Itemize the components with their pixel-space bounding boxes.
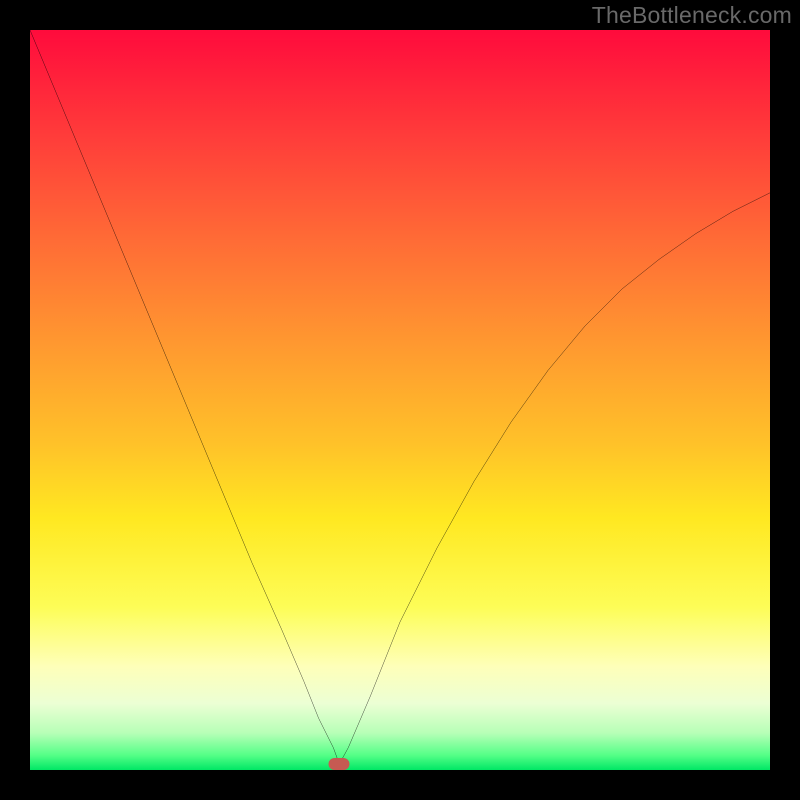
watermark-text: TheBottleneck.com: [592, 2, 792, 29]
bottleneck-curve: [30, 30, 770, 770]
chart-frame: TheBottleneck.com: [0, 0, 800, 800]
plot-area: [30, 30, 770, 770]
min-point-marker: [329, 758, 350, 770]
